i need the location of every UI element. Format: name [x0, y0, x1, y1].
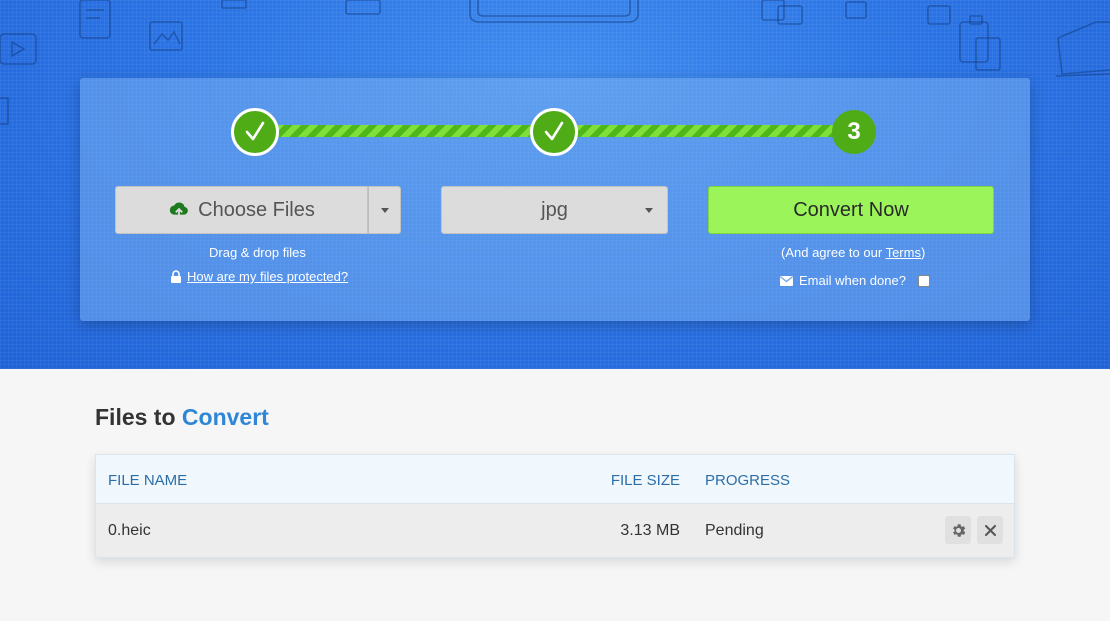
email-when-done: Email when done? — [780, 273, 930, 288]
column-header-file-size: FILE SIZE — [610, 472, 680, 489]
step-3-label: 3 — [847, 118, 861, 145]
column-header-progress: PROGRESS — [705, 472, 791, 489]
files-table: FILE NAME FILE SIZE PROGRESS 0.heic 3.13… — [95, 454, 1015, 558]
file-progress-cell: Pending — [705, 522, 764, 539]
output-format-select[interactable]: jpg — [441, 186, 668, 234]
close-icon — [984, 524, 996, 536]
email-when-done-checkbox[interactable] — [917, 274, 930, 287]
chevron-down-icon — [380, 207, 389, 213]
envelope-icon — [780, 275, 793, 286]
file-protection-link[interactable]: How are my files protected? — [187, 269, 348, 284]
convert-now-button[interactable]: Convert Now — [708, 186, 994, 234]
files-title-accent: Convert — [181, 404, 269, 430]
terms-agreement: (And agree to our Terms) — [781, 245, 925, 260]
file-protection-hint: How are my files protected? — [170, 269, 348, 284]
terms-prefix: (And agree to our — [781, 245, 886, 260]
file-name-cell: 0.heic — [108, 522, 151, 539]
choose-source-dropdown[interactable] — [368, 186, 401, 234]
check-icon — [245, 121, 265, 141]
progress-track-1 — [276, 125, 550, 137]
hero-banner: 3 Choose Files jpg Convert Now Drag & dr… — [0, 0, 1110, 369]
files-title-prefix: Files to — [95, 404, 182, 430]
step-3-current: 3 — [832, 110, 876, 154]
column-header-file-name: FILE NAME — [108, 472, 188, 489]
choose-files-button[interactable]: Choose Files — [115, 186, 368, 234]
lock-icon — [171, 270, 181, 283]
step-2-complete — [530, 108, 578, 156]
progress-track-2 — [576, 125, 852, 137]
output-format-value: jpg — [541, 198, 568, 221]
step-1-complete — [231, 108, 279, 156]
file-size-cell: 3.13 MB — [620, 522, 680, 539]
check-icon — [544, 121, 564, 141]
files-section-title: Files to Convert — [95, 404, 269, 431]
files-table-header: FILE NAME FILE SIZE PROGRESS — [96, 455, 1014, 504]
remove-file-button[interactable] — [977, 516, 1003, 544]
choose-files-label: Choose Files — [198, 198, 315, 221]
email-when-done-label: Email when done? — [799, 273, 906, 288]
terms-link[interactable]: Terms — [886, 245, 921, 260]
table-row: 0.heic 3.13 MB Pending — [96, 504, 1014, 557]
gear-icon — [952, 523, 965, 537]
cloud-upload-icon — [169, 202, 188, 219]
converter-panel: 3 Choose Files jpg Convert Now Drag & dr… — [80, 78, 1030, 321]
convert-now-label: Convert Now — [793, 198, 909, 221]
chevron-down-icon — [645, 208, 653, 213]
file-settings-button[interactable] — [945, 516, 971, 544]
choose-files-group: Choose Files — [115, 186, 401, 234]
terms-suffix: ) — [920, 245, 926, 260]
drag-drop-hint: Drag & drop files — [209, 245, 306, 260]
